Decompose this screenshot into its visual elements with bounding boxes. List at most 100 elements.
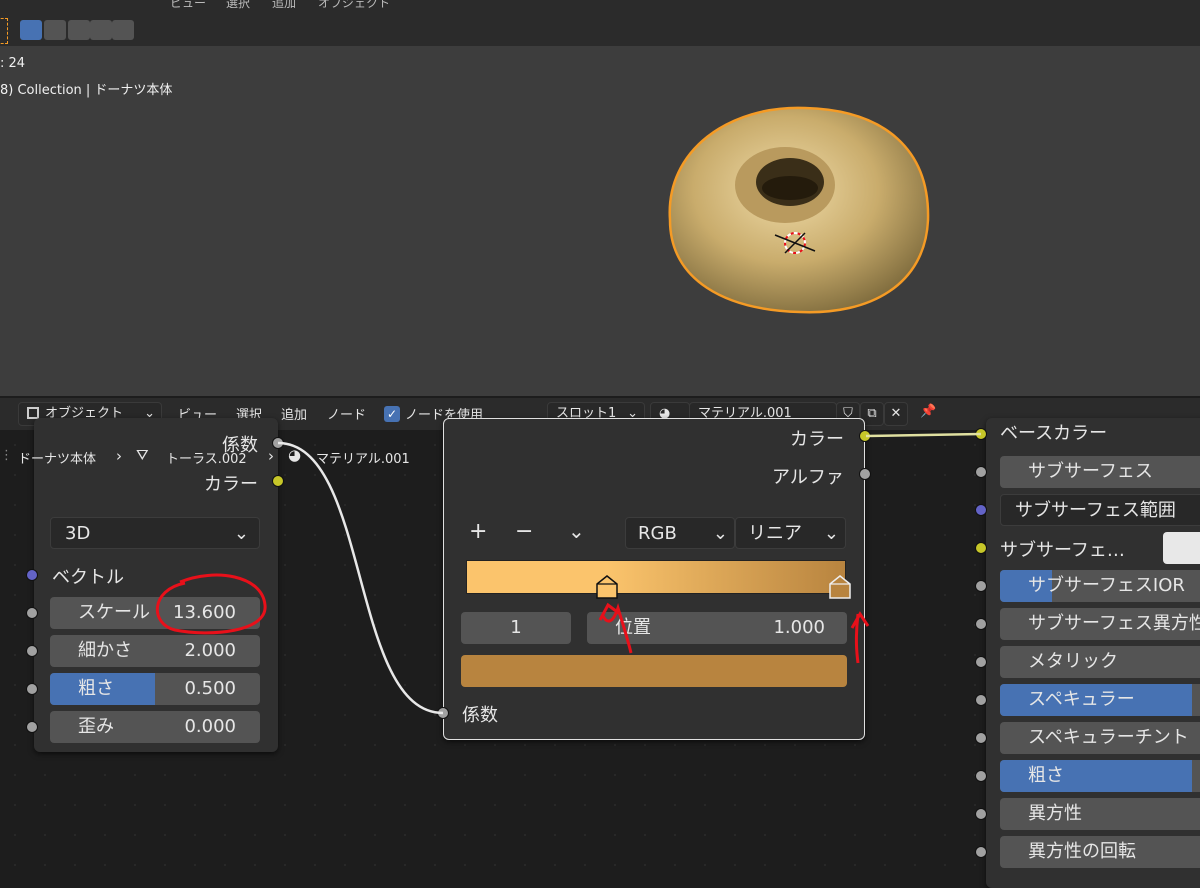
noise-fac-output-socket[interactable] [272,437,284,449]
bsdf-input-field[interactable]: サブサーフェス範囲 [1000,494,1200,526]
distortion-input-socket[interactable] [26,721,38,733]
ramp-color-output-socket[interactable] [859,430,871,442]
bsdf-input-label: 粗さ [1028,765,1064,786]
bsdf-input-label: サブサーフェス異方性 [1028,613,1200,634]
select-new-button[interactable] [20,20,42,40]
menu-add[interactable]: 追加 [281,404,307,423]
ramp-out-alpha-label: アルファ [772,467,844,488]
ramp-in-fac-label: 係数 [462,705,498,726]
bsdf-input-label: メタリック [1028,651,1118,672]
vector-input-socket[interactable] [26,569,38,581]
breadcrumb: ⋮ ドーナツ本体 › ⛛ トーラス.002 › ◕ マテリアル.001 [0,444,430,470]
bsdf-input-label: サブサーフェス範囲 [1015,500,1176,521]
vector-label: ベクトル [52,567,124,588]
bsdf-input-socket[interactable] [975,656,987,668]
select-subtract-button[interactable] [68,20,90,40]
remove-stop-button[interactable]: − [515,519,533,544]
ramp-options-chevron-icon[interactable]: ⌄ [568,519,585,543]
scale-input-socket[interactable] [26,607,38,619]
bsdf-input-socket[interactable] [975,618,987,630]
bsdf-input-socket[interactable] [975,770,987,782]
viewport-menu-select[interactable]: 選択 [226,0,250,11]
bsdf-input-label: サブサーフェス [1028,461,1153,482]
stop-position-field[interactable]: 位置 1.000 [587,612,847,644]
scale-label: スケール [78,602,150,623]
viewport-menu-object[interactable]: オブジェクト [318,0,390,11]
bsdf-input-field[interactable]: サブサーフェスIOR [1000,570,1200,602]
color-ramp-bar[interactable] [466,560,846,594]
bsdf-input-socket[interactable] [975,846,987,858]
bsdf-input-socket[interactable] [975,694,987,706]
dimension-label: 3D [65,523,91,544]
chevron-right-icon: › [268,447,274,465]
base-color-input-socket[interactable] [975,428,987,440]
pin-icon[interactable]: 📌 [920,404,936,419]
ramp-fac-input-socket[interactable] [437,707,449,719]
bsdf-input-socket[interactable] [975,466,987,478]
bsdf-input-field[interactable]: スペキュラーチント [1000,722,1200,754]
roughness-slider[interactable]: 粗さ 0.500 [50,673,260,705]
breadcrumb-separator: ⋮ [0,448,13,463]
bsdf-input-field[interactable]: スペキュラー [1000,684,1200,716]
donut-object[interactable] [640,90,960,350]
color-mode-label: RGB [638,523,677,544]
select-intersect-button[interactable] [112,20,134,40]
bsdf-input-socket[interactable] [975,542,987,554]
stop-color-swatch[interactable] [461,655,847,687]
bsdf-input-field[interactable]: 異方性 [1000,798,1200,830]
roughness-label: 粗さ [78,678,114,699]
select-invert-button[interactable] [90,20,112,40]
breadcrumb-material: マテリアル.001 [316,452,410,467]
bsdf-input-field[interactable]: 異方性の回転 [1000,836,1200,868]
bsdf-input-socket[interactable] [975,732,987,744]
select-extend-button[interactable] [44,20,66,40]
chevron-right-icon: › [116,447,122,465]
viewport-menu-add[interactable]: 追加 [272,0,296,11]
bsdf-input-label: サブサーフェスIOR [1028,575,1185,596]
use-nodes-checkbox[interactable]: ✓ [384,406,400,422]
bsdf-input-socket[interactable] [975,504,987,516]
viewport-header: ビュー 選択 追加 オブジェクト [0,0,1200,12]
object-mode-icon [27,407,39,419]
active-stop-index: 1 [510,617,522,638]
roughness-input-socket[interactable] [26,683,38,695]
add-stop-button[interactable]: + [469,519,487,544]
scale-field[interactable]: スケール 13.600 [50,597,260,629]
dimension-dropdown[interactable]: 3D ⌄ [50,517,260,549]
detail-value: 2.000 [184,640,236,661]
scale-value: 13.600 [173,602,236,623]
mesh-icon: ⛛ [136,446,149,464]
3d-viewport[interactable]: ビュー 選択 追加 オブジェクト : 24 8) Collection | ドー… [0,0,1200,396]
bsdf-input-field[interactable]: サブサーフェス [1000,456,1200,488]
ramp-stop-0-marker[interactable] [594,574,620,600]
bsdf-input-socket[interactable] [975,808,987,820]
menu-node[interactable]: ノード [327,404,366,423]
bsdf-input-field[interactable]: 粗さ [1000,760,1200,792]
chevron-down-icon: ⌄ [712,523,728,544]
position-value: 1.000 [773,617,825,638]
viewport-menu-view[interactable]: ビュー [170,0,206,11]
color-mode-dropdown[interactable]: RGB ⌄ [625,517,735,549]
active-tool-indicator [0,18,8,44]
active-stop-index-field[interactable]: 1 [461,612,571,644]
bsdf-input-field[interactable]: メタリック [1000,646,1200,678]
ramp-alpha-output-socket[interactable] [859,468,871,480]
unlink-close-icon[interactable]: ✕ [884,402,908,426]
bsdf-input-field[interactable]: サブサーフェス異方性 [1000,608,1200,640]
chevron-down-icon: ⌄ [823,523,839,544]
detail-input-socket[interactable] [26,645,38,657]
bsdf-color-swatch[interactable] [1163,532,1200,564]
chevron-down-icon: ⌄ [233,523,249,544]
ramp-stop-1-marker[interactable] [827,574,853,600]
position-label: 位置 [615,617,651,638]
bsdf-input-label: スペキュラーチント [1028,727,1189,748]
bsdf-input-socket[interactable] [975,580,987,592]
breadcrumb-object: ドーナツ本体 [18,452,97,467]
interpolation-dropdown[interactable]: リニア ⌄ [735,517,846,549]
distortion-field[interactable]: 歪み 0.000 [50,711,260,743]
noise-color-output-socket[interactable] [272,475,284,487]
detail-field[interactable]: 細かさ 2.000 [50,635,260,667]
interpolation-label: リニア [748,523,802,544]
distortion-value: 0.000 [184,716,236,737]
frame-info: : 24 [0,56,26,71]
